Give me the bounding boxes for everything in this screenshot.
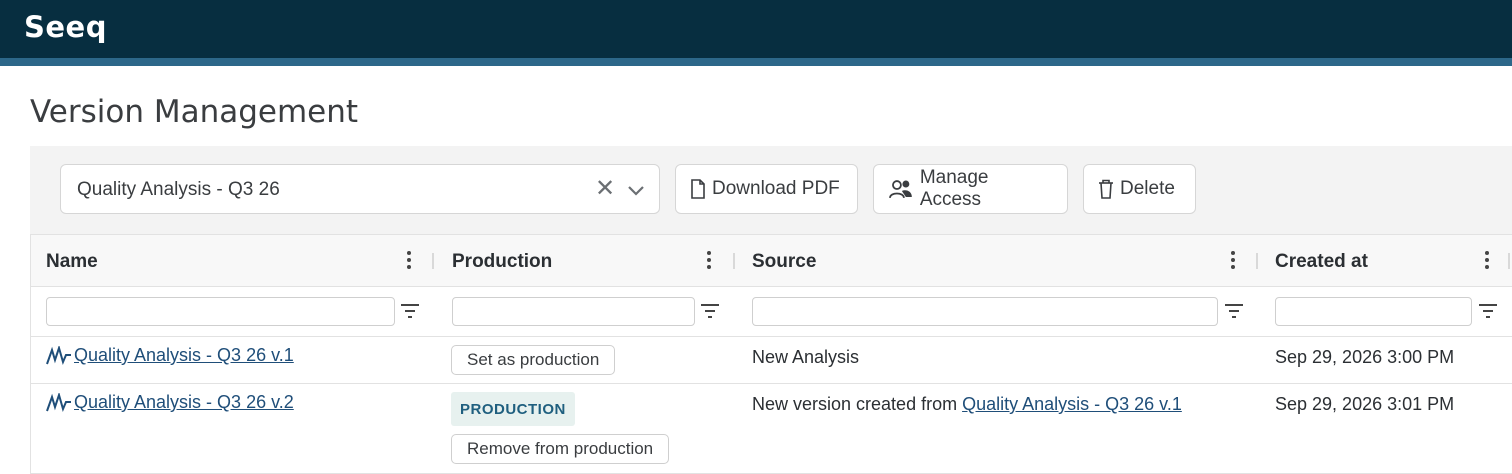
production-badge: PRODUCTION [451, 392, 575, 426]
analysis-select-value: Quality Analysis - Q3 26 [77, 179, 280, 200]
analysis-trend-icon [46, 392, 71, 412]
toolbar: Quality Analysis - Q3 26 ✕ Download PDF … [30, 146, 1512, 234]
column-header-created-at[interactable]: Created at [1275, 251, 1368, 273]
column-resize-handle[interactable] [432, 253, 434, 269]
column-resize-handle[interactable] [1508, 253, 1510, 269]
clear-icon[interactable]: ✕ [595, 177, 615, 201]
analysis-select[interactable]: Quality Analysis - Q3 26 ✕ [60, 164, 660, 214]
filter-icon[interactable] [1224, 303, 1244, 319]
top-bar: Seeq [0, 0, 1512, 58]
users-icon [889, 180, 912, 199]
column-menu-icon[interactable] [1229, 249, 1237, 273]
version-name: Quality Analysis - Q3 26 v.2 [74, 392, 294, 412]
column-resize-handle[interactable] [1256, 253, 1258, 269]
version-name: Quality Analysis - Q3 26 v.1 [74, 345, 294, 365]
seeq-logo[interactable]: Seeq [24, 10, 107, 44]
download-pdf-label: Download PDF [712, 178, 840, 199]
column-resize-handle[interactable] [733, 253, 735, 269]
filter-row [31, 287, 1512, 337]
top-bar-accent [0, 58, 1512, 66]
remove-from-production-button[interactable]: Remove from production [451, 434, 670, 464]
download-pdf-button[interactable]: Download PDF [675, 164, 858, 214]
source-prefix: New version created from [752, 394, 963, 414]
set-as-production-button[interactable]: Set as production [451, 345, 616, 375]
table-row: Quality Analysis - Q3 26 v.1 Set as prod… [31, 337, 1512, 384]
column-menu-icon[interactable] [705, 249, 713, 273]
column-header-source[interactable]: Source [752, 251, 816, 273]
manage-access-label: Manage Access [919, 167, 989, 210]
analysis-trend-icon [46, 345, 71, 365]
chevron-down-icon[interactable] [625, 179, 647, 201]
created-at-text: Sep 29, 2026 3:00 PM [1275, 347, 1455, 367]
version-name-link[interactable]: Quality Analysis - Q3 26 v.1 [46, 345, 294, 366]
delete-button[interactable]: Delete [1083, 164, 1196, 214]
table-header: Name Production Source Created at [31, 235, 1512, 287]
production-filter-input[interactable] [452, 297, 695, 326]
source-text: New version created from Quality Analysi… [752, 394, 1182, 415]
source-text: New Analysis [752, 347, 860, 367]
delete-label: Delete [1120, 178, 1175, 199]
column-header-production[interactable]: Production [452, 251, 552, 273]
source-version-link[interactable]: Quality Analysis - Q3 26 v.1 [962, 394, 1182, 414]
manage-access-button[interactable]: Manage Access [873, 164, 1068, 214]
table-row: Quality Analysis - Q3 26 v.2 PRODUCTION … [31, 384, 1512, 474]
document-icon [691, 179, 705, 199]
page-title: Version Management [30, 94, 359, 130]
created-at-text: Sep 29, 2026 3:01 PM [1275, 394, 1455, 414]
column-header-name[interactable]: Name [46, 251, 98, 273]
filter-icon[interactable] [700, 303, 720, 319]
version-name-link[interactable]: Quality Analysis - Q3 26 v.2 [46, 392, 294, 413]
source-filter-input[interactable] [752, 297, 1218, 326]
filter-icon[interactable] [400, 303, 420, 319]
versions-table: Name Production Source Created at Qualit… [30, 234, 1512, 474]
column-menu-icon[interactable] [1483, 249, 1491, 273]
filter-icon[interactable] [1478, 303, 1498, 319]
name-filter-input[interactable] [46, 297, 395, 326]
created-at-filter-input[interactable] [1275, 297, 1472, 326]
column-menu-icon[interactable] [405, 249, 413, 273]
trash-icon [1099, 179, 1113, 199]
